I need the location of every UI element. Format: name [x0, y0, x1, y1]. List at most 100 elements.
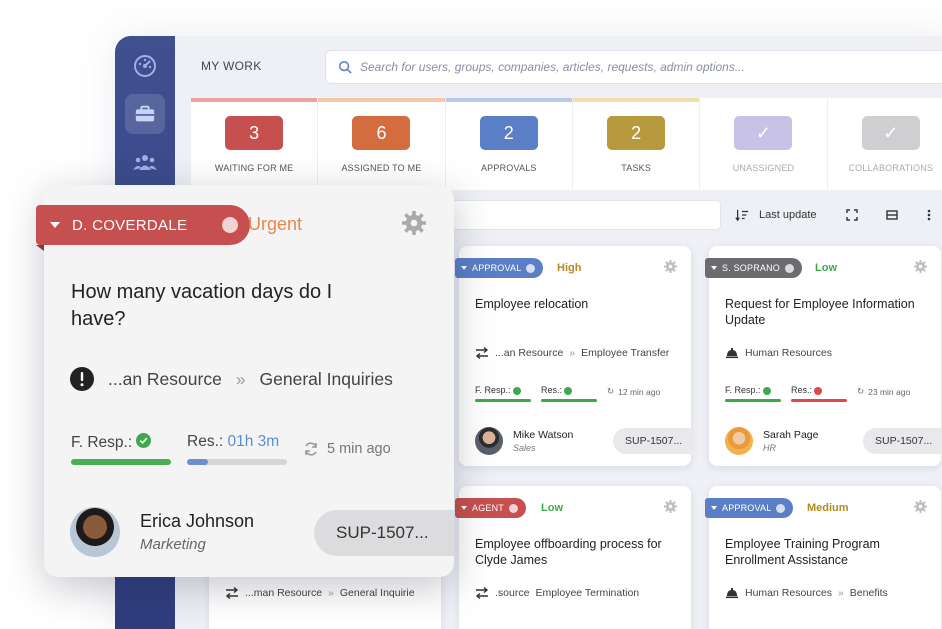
sidebar-item-users[interactable] [125, 142, 165, 182]
gear-icon[interactable] [664, 500, 677, 513]
request-card[interactable]: APPROVAL Medium Employee Training Progra… [705, 486, 941, 629]
refresh-icon: ↻ [857, 386, 865, 396]
agent-tag[interactable]: S. SOPRANO [705, 258, 803, 278]
requester[interactable]: Erica Johnson Marketing [70, 507, 254, 557]
stat-unassigned[interactable]: ✓ UNASSIGNED [700, 98, 828, 190]
tag-label: AGENT [472, 503, 505, 513]
users-group-icon [133, 155, 157, 170]
request-title[interactable]: Request for Employee Information Update [725, 296, 925, 328]
sla-indicators: F. Resp.: Res.: ↻ 12 min ago [475, 385, 660, 402]
updated-time: 5 min ago [327, 441, 391, 457]
first-response-label: F. Resp.: [475, 385, 511, 395]
layout-button[interactable] [876, 200, 908, 230]
featured-request-card[interactable]: D. COVERDALE Urgent How many vacation da… [36, 185, 454, 577]
caret-down-icon [461, 506, 467, 510]
tag-label: S. SOPRANO [722, 263, 781, 273]
check-circle-icon [762, 386, 771, 395]
category-path: Human Resources » Benefits [725, 587, 888, 599]
global-search[interactable]: Search for users, groups, companies, art… [325, 50, 942, 84]
stat-count: 3 [225, 116, 284, 150]
approval-tag[interactable]: APPROVAL [705, 498, 794, 518]
subcategory-label: Employee Transfer [581, 347, 670, 359]
kebab-menu-icon [927, 209, 931, 221]
service-bell-icon [726, 588, 738, 599]
category-label: Human Resources [745, 347, 832, 359]
sidebar-item-my-work[interactable] [125, 94, 165, 134]
updated-indicator: 5 min ago [303, 441, 391, 457]
stat-collaborations[interactable]: ✓ COLLABORATIONS [828, 98, 942, 190]
request-card[interactable]: S. SOPRANO Low Request for Employee Info… [705, 246, 942, 466]
requester[interactable]: Sarah Page HR [725, 427, 818, 455]
first-response-label: F. Resp.: [71, 434, 133, 451]
resolution-bar-track [187, 459, 287, 465]
checkmark-icon: ✓ [861, 116, 920, 150]
stat-accent-bar [445, 98, 572, 102]
category-path: ...an Resource » Employee Transfer [475, 347, 669, 359]
ticket-id[interactable]: SUP-1507... [863, 428, 942, 454]
clock-icon [509, 503, 519, 513]
request-title[interactable]: Employee Training Program Enrollment Ass… [725, 536, 925, 568]
sidebar-item-dashboard[interactable] [125, 46, 165, 86]
breadcrumb-separator: » [569, 347, 576, 359]
stats-bar: 3 WAITING FOR ME 6 ASSIGNED TO ME 2 APPR… [191, 98, 942, 190]
stat-tasks[interactable]: 2 TASKS [572, 98, 701, 190]
category-path: ...man Resource » General Inquirie [225, 587, 415, 599]
briefcase-icon [135, 105, 155, 122]
agent-tag[interactable]: AGENT [455, 498, 527, 518]
subcategory-label: Benefits [849, 587, 888, 599]
caret-down-icon [711, 506, 717, 510]
fullscreen-button[interactable] [836, 200, 868, 230]
sla-indicators: F. Resp.: Res.: 01h 3m 5 min ago [71, 433, 431, 473]
stat-approvals[interactable]: 2 APPROVALS [445, 98, 573, 190]
stat-assigned-to-me[interactable]: 6 ASSIGNED TO ME [318, 98, 446, 190]
tag-fold [36, 245, 44, 251]
breadcrumb-separator: » [235, 368, 246, 389]
gear-icon[interactable] [914, 500, 927, 513]
request-title[interactable]: How many vacation days do I have? [71, 279, 381, 333]
resolution-bar [791, 399, 847, 402]
clock-icon [785, 263, 795, 273]
first-response-bar [71, 459, 171, 465]
request-card[interactable]: AGENT Low Employee offboarding process f… [455, 486, 691, 629]
check-circle-icon [136, 433, 152, 448]
requester-name: Erica Johnson [140, 511, 255, 531]
category-label: Human Resources [745, 587, 832, 599]
transfer-arrows-icon [225, 587, 239, 599]
category-label: ...man Resource [245, 587, 323, 599]
resolution-time: 01h 3m [227, 433, 280, 450]
request-card[interactable]: APPROVAL High Employee relocation ...an … [455, 246, 693, 466]
breadcrumb-separator: » [328, 587, 334, 599]
search-input[interactable]: Search for users, groups, companies, art… [360, 60, 745, 74]
updated-time: 23 min ago [868, 386, 911, 397]
top-bar: MY WORK Search for users, groups, compan… [175, 36, 942, 96]
approval-tag[interactable]: APPROVAL [455, 258, 544, 278]
more-options-button[interactable] [913, 200, 942, 230]
subcategory-label: General Inquirie [339, 587, 415, 599]
transfer-arrows-icon [475, 347, 489, 359]
request-title[interactable]: Employee offboarding process for Clyde J… [475, 536, 675, 568]
stat-label: APPROVALS [480, 163, 537, 173]
stat-label: UNASSIGNED [732, 163, 795, 173]
ticket-id[interactable]: SUP-1507... [314, 510, 454, 556]
requester[interactable]: Mike Watson Sales [475, 427, 573, 455]
avatar [70, 507, 120, 557]
requester-department: Sales [513, 443, 536, 453]
assigned-agent-tag[interactable]: D. COVERDALE [36, 205, 250, 251]
category-path: Human Resources [725, 347, 832, 359]
updated-time: 12 min ago [618, 386, 661, 397]
caret-down-icon [711, 266, 717, 270]
ticket-id[interactable]: SUP-1507... [613, 428, 693, 454]
sort-dropdown[interactable]: Last update [731, 200, 831, 230]
gear-icon[interactable] [402, 211, 426, 235]
priority-label: High [557, 262, 582, 274]
gear-icon[interactable] [914, 260, 927, 273]
gear-icon[interactable] [664, 260, 677, 273]
checkmark-icon: ✓ [734, 116, 793, 150]
requester-name: Mike Watson [513, 429, 574, 441]
stat-waiting-for-me[interactable]: 3 WAITING FOR ME [191, 98, 319, 190]
avatar [725, 427, 753, 455]
category-path: .source Employee Termination [475, 587, 639, 599]
category-label: ...an Resource [495, 347, 564, 359]
priority-label: Low [541, 502, 563, 514]
request-title[interactable]: Employee relocation [475, 296, 675, 312]
